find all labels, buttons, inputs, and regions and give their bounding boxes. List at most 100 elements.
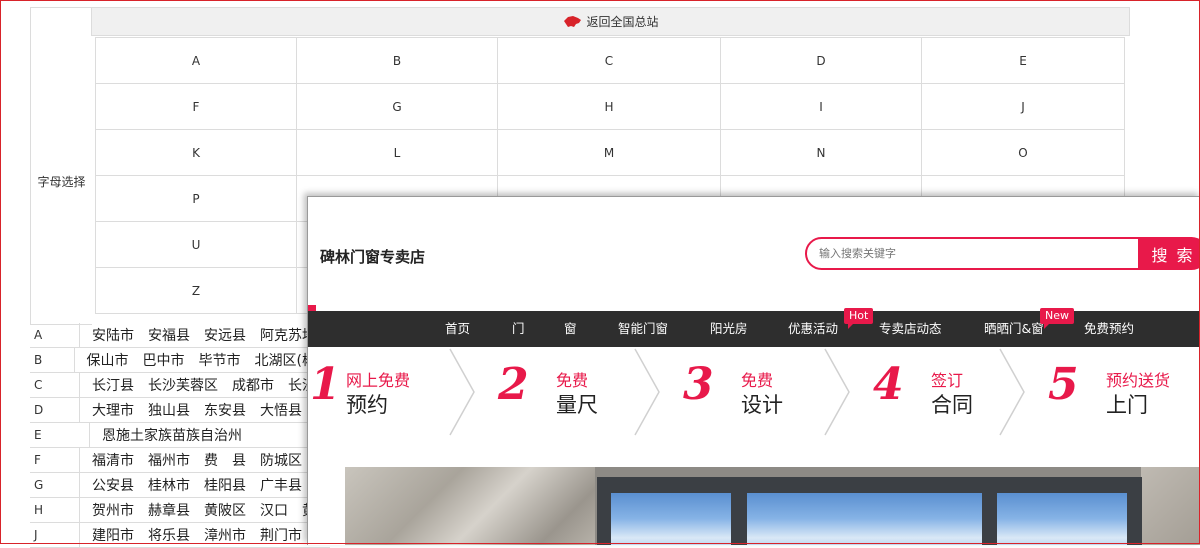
letter-l[interactable]: L <box>296 129 498 176</box>
letter-c[interactable]: C <box>497 37 721 84</box>
city-links[interactable]: 贺州市 赫章县 黄陂区 汉口 黄石 <box>80 500 330 520</box>
step-number: 3 <box>683 359 714 410</box>
china-map-icon <box>564 15 582 27</box>
city-row: J 建阳市 将乐县 漳州市 荆门市 江 <box>30 523 330 548</box>
city-row-letter: H <box>30 498 80 522</box>
step-chevron-icon <box>449 348 475 436</box>
window-pane <box>747 493 982 545</box>
step-number: 2 <box>498 359 529 410</box>
city-row-letter: C <box>30 373 80 397</box>
nav-item[interactable]: 首页 <box>445 311 470 347</box>
city-row: H 贺州市 赫章县 黄陂区 汉口 黄石 <box>30 498 330 523</box>
nav-item[interactable]: 专卖店动态 <box>879 311 942 347</box>
letter-label-cell: 字母选择 <box>30 7 92 325</box>
city-links[interactable]: 建阳市 将乐县 漳州市 荆门市 江 <box>80 525 330 545</box>
search-input[interactable] <box>817 239 1121 270</box>
nav-item[interactable]: 优惠活动 <box>788 311 838 347</box>
window-pane <box>997 493 1127 545</box>
nav-item-label: 门 <box>512 321 525 336</box>
letter-f[interactable]: F <box>95 83 297 130</box>
letter-k[interactable]: K <box>95 129 297 176</box>
store-page: 碑林门窗专卖店 搜 索 首页 门 窗 智能门窗 阳光房 优惠活动 Hot 专卖店动态 晒晒门&窗… <box>307 196 1200 545</box>
city-links[interactable]: 福清市 福州市 费 县 防城区 抚 <box>80 450 330 470</box>
city-links[interactable]: 长汀县 长沙芙蓉区 成都市 长沙雨 <box>80 375 330 395</box>
hero-image <box>345 467 1200 545</box>
letter-p[interactable]: P <box>95 175 297 222</box>
search-button[interactable]: 搜 索 <box>1138 237 1200 270</box>
city-row: G 公安县 桂林市 桂阳县 广丰县 赣 <box>30 473 330 498</box>
nav-item-label: 阳光房 <box>710 321 748 336</box>
letter-h[interactable]: H <box>497 83 721 130</box>
step-number: 5 <box>1048 359 1079 410</box>
city-row-letter: B <box>30 348 75 372</box>
step-chevron-icon <box>999 348 1025 436</box>
city-row: A 安陆市 安福县 安远县 阿克苏地区 <box>30 323 330 348</box>
city-links[interactable]: 保山市 巴中市 毕节市 北湖区(郴州 <box>75 350 330 370</box>
letter-z[interactable]: Z <box>95 267 297 314</box>
letter-i[interactable]: I <box>720 83 922 130</box>
new-badge: New <box>1040 308 1074 329</box>
letter-o[interactable]: O <box>921 129 1125 176</box>
main-nav: 首页 门 窗 智能门窗 阳光房 优惠活动 Hot 专卖店动态 晒晒门&窗 New 免费预约 <box>308 308 1200 347</box>
letter-m[interactable]: M <box>497 129 721 176</box>
back-to-national-link[interactable]: 返回全国总站 <box>91 7 1130 36</box>
step-title: 预约 <box>346 393 388 417</box>
letter-b[interactable]: B <box>296 37 498 84</box>
city-links[interactable]: 恩施土家族苗族自治州 <box>90 425 242 445</box>
step-number: 1 <box>310 359 341 410</box>
step-subtitle: 网上免费 <box>346 371 411 390</box>
nav-item-label: 晒晒门&窗 <box>984 321 1044 336</box>
letter-select-label: 字母选择 <box>37 175 86 189</box>
nav-item[interactable]: 门 <box>512 311 525 347</box>
letter-grid-row: KLMNO <box>95 129 1125 176</box>
city-row: E 恩施土家族苗族自治州 <box>30 423 330 448</box>
step-title: 合同 <box>931 393 973 417</box>
letter-g[interactable]: G <box>296 83 498 130</box>
step-title: 量尺 <box>556 393 598 417</box>
letter-n[interactable]: N <box>720 129 922 176</box>
letter-j[interactable]: J <box>921 83 1125 130</box>
step-number: 4 <box>873 359 904 410</box>
city-row-letter: J <box>30 523 80 547</box>
nav-item[interactable]: 晒晒门&窗 <box>984 311 1044 347</box>
letter-grid-row: ABCDE <box>95 37 1125 84</box>
step-subtitle: 预约送货 <box>1106 371 1171 390</box>
nav-item-label: 智能门窗 <box>618 321 669 336</box>
service-steps: 1 网上免费预约 2 免费量尺 3 免费设计 4 签订合同 5 预约送货上门 <box>308 347 1200 457</box>
step-subtitle: 签订 <box>931 371 964 390</box>
step-chevron-icon <box>824 348 850 436</box>
step-subtitle: 免费 <box>556 371 589 390</box>
hot-badge: Hot <box>844 308 874 329</box>
marble-wall <box>345 467 595 545</box>
step-title: 上门 <box>1106 393 1148 417</box>
city-row: C 长汀县 长沙芙蓉区 成都市 长沙雨 <box>30 373 330 398</box>
nav-item-label: 优惠活动 <box>788 321 839 336</box>
city-row-letter: F <box>30 448 80 472</box>
city-links[interactable]: 公安县 桂林市 桂阳县 广丰县 赣 <box>80 475 330 495</box>
city-row: B 保山市 巴中市 毕节市 北湖区(郴州 <box>30 348 330 373</box>
nav-item[interactable]: 智能门窗 <box>618 311 668 347</box>
store-title: 碑林门窗专卖店 <box>320 248 426 266</box>
city-links[interactable]: 大理市 独山县 东安县 大悟县 丹 <box>80 400 330 420</box>
step-5: 5 预约送货上门 <box>1048 347 1200 435</box>
letter-a[interactable]: A <box>95 37 297 84</box>
nav-item-label: 免费预约 <box>1084 321 1135 336</box>
nav-item[interactable]: 阳光房 <box>710 311 748 347</box>
nav-item-label: 首页 <box>445 321 471 336</box>
letter-u[interactable]: U <box>95 221 297 268</box>
city-rows: A 安陆市 安福县 安远县 阿克苏地区 B 保山市 巴中市 毕节市 北湖区(郴州 C 长汀… <box>30 323 330 548</box>
city-row-letter: G <box>30 473 80 497</box>
step-subtitle: 免费 <box>741 371 774 390</box>
back-link-label: 返回全国总站 <box>586 15 659 29</box>
nav-item-label: 窗 <box>564 321 577 336</box>
city-row-letter: D <box>30 398 80 422</box>
city-row-letter: E <box>30 423 90 447</box>
nav-item[interactable]: 免费预约 <box>1084 311 1134 347</box>
letter-d[interactable]: D <box>720 37 922 84</box>
city-links[interactable]: 安陆市 安福县 安远县 阿克苏地区 <box>80 325 330 345</box>
letter-e[interactable]: E <box>921 37 1125 84</box>
step-title: 设计 <box>741 393 783 417</box>
marble-wall-right <box>1141 467 1200 545</box>
nav-item[interactable]: 窗 <box>564 311 577 347</box>
step-chevron-icon <box>634 348 660 436</box>
